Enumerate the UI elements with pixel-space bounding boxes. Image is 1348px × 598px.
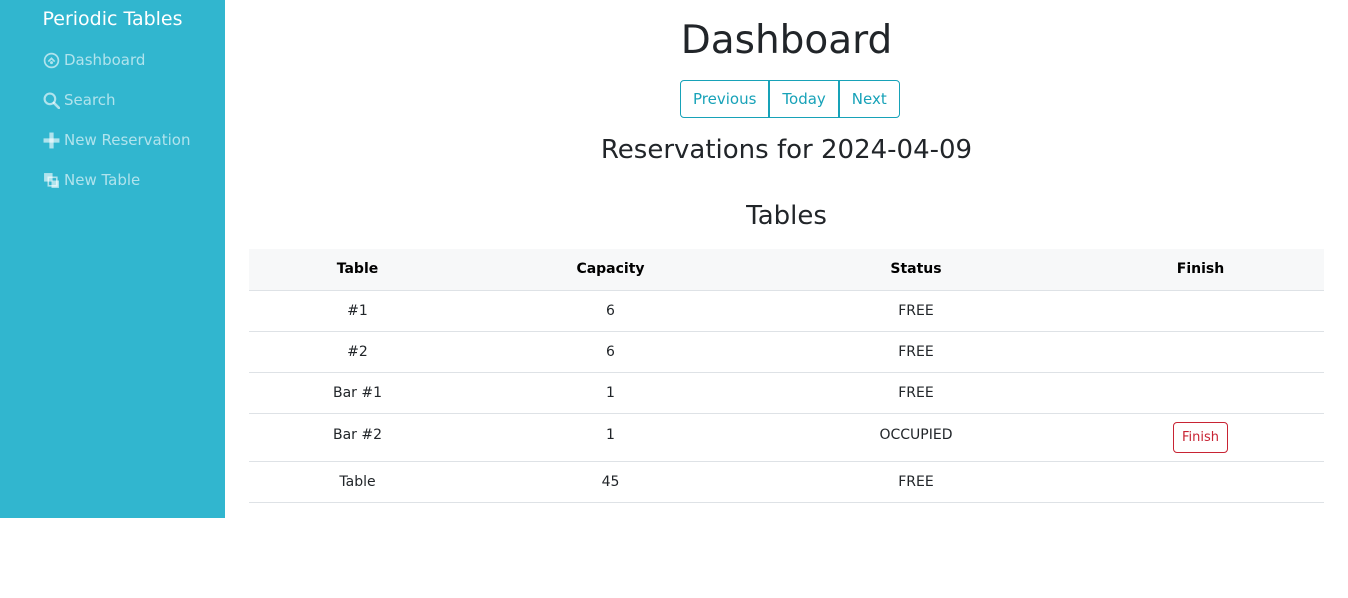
brand-title[interactable]: Periodic Tables — [0, 8, 225, 30]
status-cell: FREE — [755, 331, 1077, 373]
finish-cell — [1077, 372, 1324, 414]
status-cell: FREE — [755, 290, 1077, 332]
next-button[interactable]: Next — [838, 80, 900, 118]
capacity-cell: 1 — [466, 372, 755, 414]
table-name-cell: Bar #2 — [249, 413, 466, 462]
sidebar-item-new-table[interactable]: New Table — [42, 171, 140, 189]
table-row: #1 6 FREE — [249, 290, 1324, 332]
sidebar-item-dashboard[interactable]: Dashboard — [42, 51, 145, 69]
dashboard-icon — [42, 51, 60, 69]
column-header-table: Table — [249, 249, 466, 291]
capacity-cell: 1 — [466, 413, 755, 462]
sidebar-item-label: New Reservation — [64, 131, 191, 149]
finish-cell — [1077, 290, 1324, 332]
page-title: Dashboard — [680, 18, 893, 63]
sidebar-item-label: New Table — [64, 171, 141, 189]
sidebar: Periodic Tables Dashboard Search New Res… — [0, 0, 225, 518]
status-cell: FREE — [755, 372, 1077, 414]
column-header-status: Status — [755, 249, 1077, 291]
reservations-heading: Reservations for 2024-04-09 — [600, 135, 973, 165]
column-header-capacity: Capacity — [466, 249, 755, 291]
table-name-cell: Bar #1 — [249, 372, 466, 414]
date-navigation: Previous Today Next — [680, 80, 900, 118]
sidebar-item-label: Dashboard — [64, 51, 146, 69]
table-row: Table 45 FREE — [249, 461, 1324, 503]
table-header-row: Table Capacity Status Finish — [249, 249, 1324, 291]
table-row: Bar #2 1 OCCUPIED Finish — [249, 413, 1324, 462]
sidebar-item-label: Search — [64, 91, 116, 109]
previous-button[interactable]: Previous — [680, 80, 770, 118]
finish-cell — [1077, 461, 1324, 503]
status-cell: FREE — [755, 461, 1077, 503]
today-button[interactable]: Today — [769, 80, 839, 118]
status-cell: OCCUPIED — [755, 413, 1077, 462]
table-name-cell: #2 — [249, 331, 466, 373]
finish-cell: Finish — [1077, 413, 1324, 462]
table-name-cell: Table — [249, 461, 466, 503]
plus-icon — [42, 131, 60, 149]
column-header-finish: Finish — [1077, 249, 1324, 291]
tables-heading: Tables — [746, 201, 827, 231]
table-row: Bar #1 1 FREE — [249, 372, 1324, 414]
tables-table: Table Capacity Status Finish #1 6 FREE #… — [249, 249, 1324, 503]
table-name-cell: #1 — [249, 290, 466, 332]
sidebar-item-search[interactable]: Search — [42, 91, 116, 109]
table-row: #2 6 FREE — [249, 331, 1324, 373]
search-icon — [42, 91, 60, 109]
finish-cell — [1077, 331, 1324, 373]
capacity-cell: 6 — [466, 331, 755, 373]
capacity-cell: 6 — [466, 290, 755, 332]
layers-icon — [42, 171, 60, 189]
sidebar-item-new-reservation[interactable]: New Reservation — [42, 131, 190, 149]
capacity-cell: 45 — [466, 461, 755, 503]
finish-button[interactable]: Finish — [1172, 421, 1228, 453]
